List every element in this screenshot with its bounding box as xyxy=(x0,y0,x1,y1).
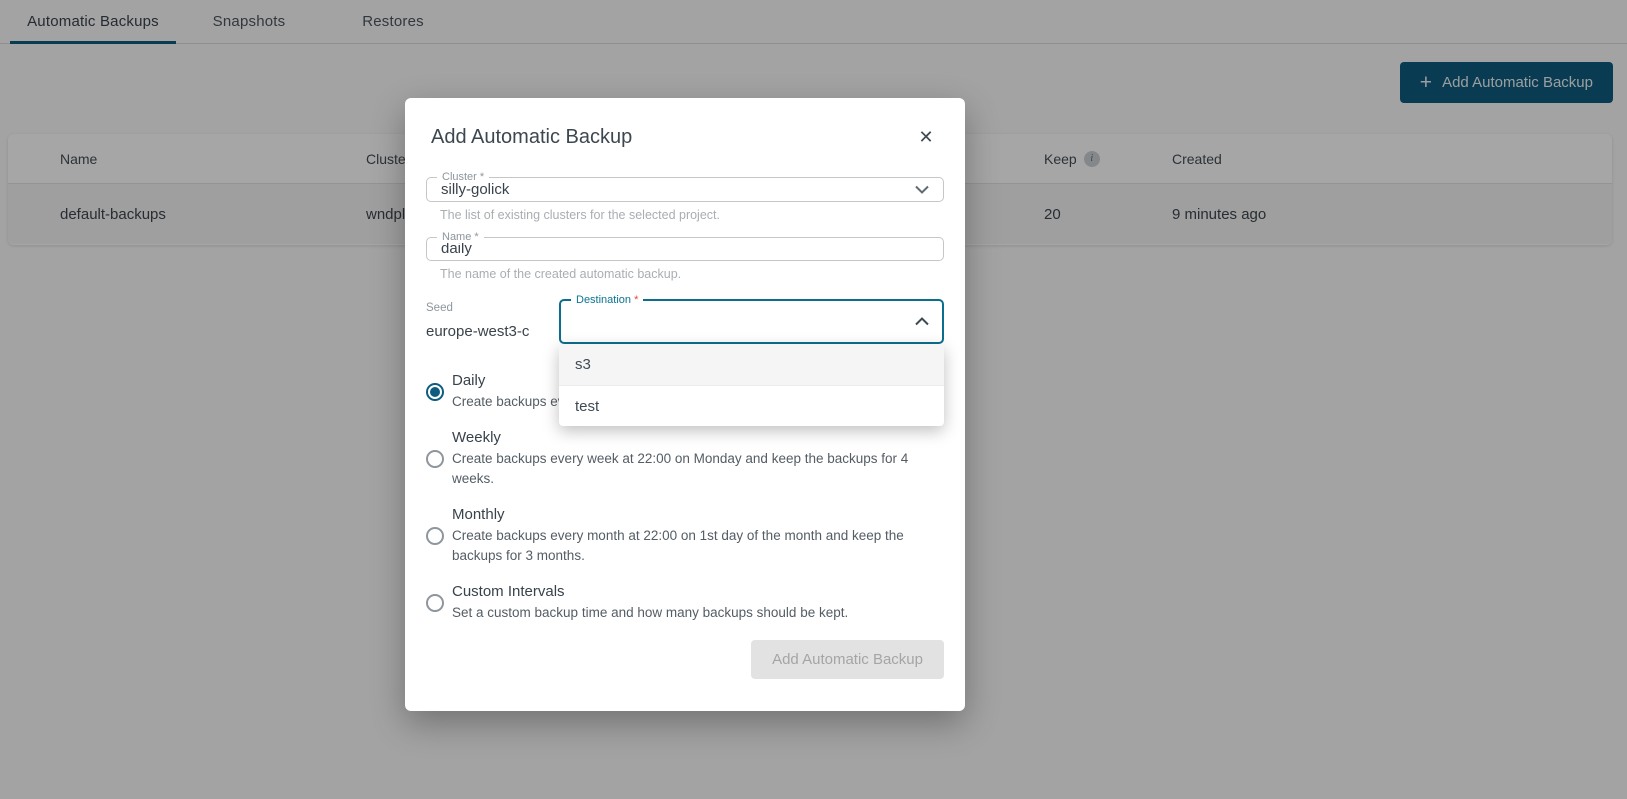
destination-options-menu: s3 test xyxy=(559,344,944,426)
dialog-title: Add Automatic Backup xyxy=(431,126,944,149)
radio-unselected-icon[interactable] xyxy=(426,594,444,612)
cluster-select[interactable]: Cluster * silly-golick xyxy=(426,177,944,202)
submit-add-automatic-backup-button[interactable]: Add Automatic Backup xyxy=(751,640,944,679)
radio-title: Custom Intervals xyxy=(452,583,848,600)
destination-label: Destination * xyxy=(571,294,643,306)
option-s3[interactable]: s3 xyxy=(559,344,944,385)
close-icon[interactable]: ✕ xyxy=(915,126,937,148)
name-helper-text: The name of the created automatic backup… xyxy=(440,267,944,281)
radio-title: Weekly xyxy=(452,429,944,446)
radio-description: Set a custom backup time and how many ba… xyxy=(452,603,848,623)
seed-block: Seed europe-west3-c xyxy=(426,299,559,340)
radio-content: Weekly Create backups every week at 22:0… xyxy=(452,429,944,489)
radio-selected-icon[interactable] xyxy=(426,383,444,401)
dialog-actions: Add Automatic Backup xyxy=(426,640,944,679)
name-field[interactable]: Name * daily xyxy=(426,237,944,262)
add-automatic-backup-dialog: ✕ Add Automatic Backup Cluster * silly-g… xyxy=(405,98,965,711)
required-asterisk: * xyxy=(634,294,638,306)
radio-description: Create backups every month at 22:00 on 1… xyxy=(452,526,944,566)
seed-label: Seed xyxy=(426,302,559,314)
radio-content: Monthly Create backups every month at 22… xyxy=(452,506,944,566)
seed-value: europe-west3-c xyxy=(426,323,559,340)
cluster-label: Cluster * xyxy=(437,171,489,183)
schedule-option-monthly[interactable]: Monthly Create backups every month at 22… xyxy=(426,506,944,566)
radio-description: Create backups every week at 22:00 on Mo… xyxy=(452,449,944,489)
option-test[interactable]: test xyxy=(559,385,944,426)
radio-unselected-icon[interactable] xyxy=(426,527,444,545)
radio-content: Custom Intervals Set a custom backup tim… xyxy=(452,583,848,623)
cluster-value: silly-golick xyxy=(441,181,509,198)
destination-label-text: Destination xyxy=(576,294,631,306)
schedule-option-weekly[interactable]: Weekly Create backups every week at 22:0… xyxy=(426,429,944,489)
seed-destination-row: Seed europe-west3-c Destination * s3 tes… xyxy=(426,299,944,344)
chevron-down-icon xyxy=(915,185,929,194)
destination-wrap: Destination * s3 test xyxy=(559,299,944,344)
chevron-up-icon xyxy=(915,317,929,326)
cluster-helper-text: The list of existing clusters for the se… xyxy=(440,208,944,222)
radio-unselected-icon[interactable] xyxy=(426,450,444,468)
name-value: daily xyxy=(441,240,472,257)
destination-select[interactable]: Destination * xyxy=(559,299,944,344)
schedule-option-custom-intervals[interactable]: Custom Intervals Set a custom backup tim… xyxy=(426,583,944,623)
radio-title: Monthly xyxy=(452,506,944,523)
name-label: Name * xyxy=(437,231,484,243)
